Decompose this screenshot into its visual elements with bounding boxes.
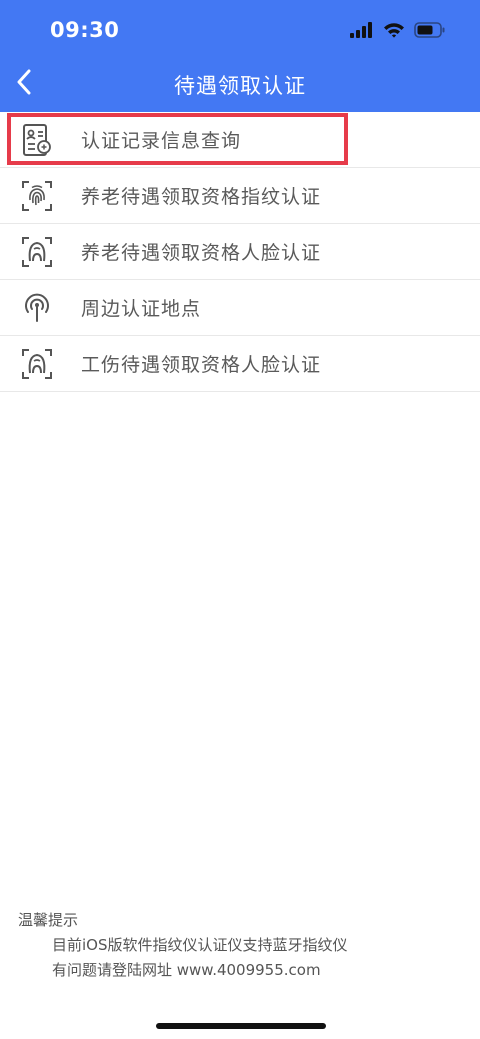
home-indicator[interactable] xyxy=(156,1023,326,1029)
face-scan-icon xyxy=(17,232,57,272)
record-search-icon xyxy=(17,120,57,160)
tips-line: 目前iOS版软件指纹仪认证仪支持蓝牙指纹仪 xyxy=(52,936,348,954)
menu-item-record-query[interactable]: 认证记录信息查询 xyxy=(0,112,480,168)
battery-icon xyxy=(414,22,446,42)
header: 09:30 待遇领取认证 xyxy=(0,0,480,112)
tips-title: 温馨提示 xyxy=(18,911,79,929)
wifi-icon xyxy=(383,22,405,42)
menu-item-injury-face[interactable]: 工伤待遇领取资格人脸认证 xyxy=(0,336,480,392)
cellular-signal-icon xyxy=(350,22,374,42)
menu-item-nearby-locations[interactable]: 周边认证地点 xyxy=(0,280,480,336)
tips-line: 有问题请登陆网址 www.4009955.com xyxy=(52,961,321,979)
status-time: 09:30 xyxy=(50,18,120,42)
menu-item-label: 工伤待遇领取资格人脸认证 xyxy=(81,354,322,376)
tips: 温馨提示 目前iOS版软件指纹仪认证仪支持蓝牙指纹仪 有问题请登陆网址 www.… xyxy=(18,908,348,983)
menu-item-label: 养老待遇领取资格人脸认证 xyxy=(81,242,322,264)
status-icons xyxy=(350,22,446,42)
location-signal-icon xyxy=(17,288,57,328)
menu-item-pension-face[interactable]: 养老待遇领取资格人脸认证 xyxy=(0,224,480,280)
menu-item-pension-fingerprint[interactable]: 养老待遇领取资格指纹认证 xyxy=(0,168,480,224)
face-scan-icon xyxy=(17,344,57,384)
menu-list: 认证记录信息查询 养老待遇领取资格指纹认证 养老待遇领取资格人脸认证 周边认证地… xyxy=(0,112,480,392)
screen: 09:30 待遇领取认证 认证记录信息查询 养老待遇领取资格指纹认证 养老待遇领… xyxy=(0,0,480,1039)
menu-item-label: 周边认证地点 xyxy=(81,298,202,320)
fingerprint-icon xyxy=(17,176,57,216)
page-title: 待遇领取认证 xyxy=(174,74,306,98)
menu-item-label: 养老待遇领取资格指纹认证 xyxy=(81,186,322,208)
menu-item-label: 认证记录信息查询 xyxy=(81,130,242,152)
